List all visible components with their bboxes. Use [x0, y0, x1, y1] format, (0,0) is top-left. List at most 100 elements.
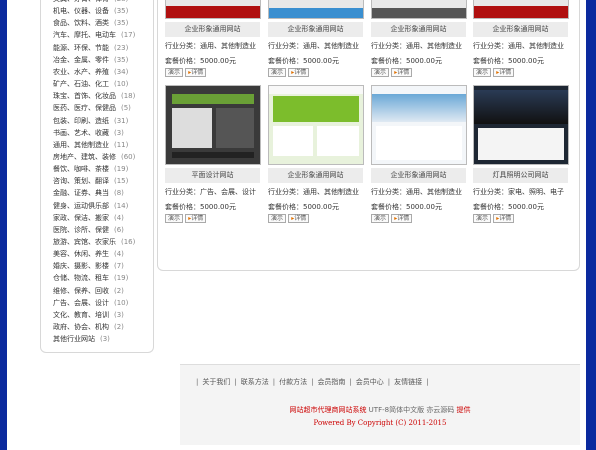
footer-link[interactable]: 联系方法	[241, 378, 269, 386]
category-item[interactable]: 珠宝、首饰、化妆品 (18)	[53, 91, 135, 102]
category-name[interactable]: 食品、饮料、酒类	[53, 19, 109, 27]
category-item[interactable]: 通用、其他制造业 (11)	[53, 140, 128, 151]
category-name[interactable]: 美容、休闲、养生	[53, 250, 109, 258]
category-item[interactable]: 机电、仪器、设备 (35)	[53, 6, 128, 17]
detail-button[interactable]: ▸详情	[185, 68, 207, 77]
category-item[interactable]: 书画、艺术、收藏 (3)	[53, 128, 124, 139]
category-name[interactable]: 书画、艺术、收藏	[53, 129, 109, 137]
category-item[interactable]: 广告、会展、设计 (10)	[53, 298, 128, 309]
detail-button[interactable]: ▸详情	[391, 214, 413, 223]
category-item[interactable]: 维修、保养、回收 (2)	[53, 286, 124, 297]
category-item[interactable]: 房地产、建筑、装修 (60)	[53, 152, 135, 163]
detail-button[interactable]: ▸详情	[185, 214, 207, 223]
category-name[interactable]: 家政、保洁、搬家	[53, 214, 109, 222]
product-thumbnail[interactable]	[473, 0, 569, 19]
detail-button[interactable]: ▸详情	[288, 214, 310, 223]
category-name[interactable]: 房地产、建筑、装修	[53, 153, 116, 161]
category-name[interactable]: 仓储、物流、租车	[53, 274, 109, 282]
product-thumbnail[interactable]	[268, 85, 364, 165]
demo-button[interactable]: 演示	[371, 214, 390, 223]
product-title[interactable]: 企业形象通用网站	[268, 22, 363, 37]
category-item[interactable]: 文化、教育、培训 (3)	[53, 310, 124, 321]
category-item[interactable]: 农业、水产、养殖 (34)	[53, 67, 128, 78]
demo-button[interactable]: 演示	[473, 68, 492, 77]
product-thumbnail[interactable]	[268, 0, 364, 19]
category-count: (18)	[121, 92, 136, 101]
category-name[interactable]: 餐饮、咖啡、茶楼	[53, 165, 109, 173]
category-item[interactable]: 食品、饮料、酒类 (35)	[53, 18, 128, 29]
category-name[interactable]: 机电、仪器、设备	[53, 7, 109, 15]
demo-button[interactable]: 演示	[473, 214, 492, 223]
demo-button[interactable]: 演示	[268, 68, 287, 77]
category-item[interactable]: 金融、证券、典当 (8)	[53, 188, 124, 199]
footer-link[interactable]: 会员指南	[317, 378, 345, 386]
category-name[interactable]: 咨询、策划、翻译	[53, 177, 109, 185]
category-name[interactable]: 文化、教育、培训	[53, 311, 109, 319]
product-title[interactable]: 企业形象通用网站	[371, 22, 466, 37]
footer-link[interactable]: 付款方法	[279, 378, 307, 386]
detail-button[interactable]: ▸详情	[493, 68, 515, 77]
category-item[interactable]: 文具、牙膏、体育 (28)	[53, 0, 128, 5]
category-name[interactable]: 汽车、摩托、电动车	[53, 31, 116, 39]
demo-button[interactable]: 演示	[371, 68, 390, 77]
detail-button[interactable]: ▸详情	[391, 68, 413, 77]
category-name[interactable]: 金融、证券、典当	[53, 189, 109, 197]
category-item[interactable]: 政府、协会、机构 (2)	[53, 322, 124, 333]
category-name[interactable]: 健身、运动俱乐部	[53, 202, 109, 210]
category-item[interactable]: 仓储、物流、租车 (19)	[53, 273, 128, 284]
category-name[interactable]: 文具、牙膏、体育	[53, 0, 109, 3]
category-name[interactable]: 珠宝、首饰、化妆品	[53, 92, 116, 100]
category-name[interactable]: 旅游、宾馆、农家乐	[53, 238, 116, 246]
category-name[interactable]: 广告、会展、设计	[53, 299, 109, 307]
demo-button[interactable]: 演示	[165, 68, 184, 77]
category-item[interactable]: 旅游、宾馆、农家乐 (16)	[53, 237, 135, 248]
category-name[interactable]: 其他行业网站	[53, 335, 95, 343]
category-item[interactable]: 家政、保洁、搬家 (4)	[53, 213, 124, 224]
product-title[interactable]: 企业形象通用网站	[473, 22, 568, 37]
product-title[interactable]: 平面设计网站	[165, 168, 260, 183]
category-name[interactable]: 通用、其他制造业	[53, 141, 109, 149]
product-thumbnail[interactable]	[165, 85, 261, 165]
category-item[interactable]: 咨询、策划、翻译 (15)	[53, 176, 128, 187]
category-name[interactable]: 婚庆、摄影、影楼	[53, 262, 109, 270]
category-item[interactable]: 婚庆、摄影、影楼 (7)	[53, 261, 124, 272]
product-thumbnail[interactable]	[371, 0, 467, 19]
category-name[interactable]: 包装、印刷、造纸	[53, 117, 109, 125]
copyright-source[interactable]: 亦云源码	[426, 406, 454, 414]
product-title[interactable]: 企业形象通用网站	[165, 22, 260, 37]
category-name[interactable]: 维修、保养、回收	[53, 287, 109, 295]
category-item[interactable]: 美容、休闲、养生 (4)	[53, 249, 124, 260]
product-category: 行业分类：通用、其他制造业	[371, 42, 462, 50]
category-item[interactable]: 健身、运动俱乐部 (14)	[53, 201, 128, 212]
product-thumbnail[interactable]	[371, 85, 467, 165]
category-name[interactable]: 政府、协会、机构	[53, 323, 109, 331]
category-item[interactable]: 冶金、金属、零件 (35)	[53, 55, 128, 66]
category-name[interactable]: 医药、医疗、保健品	[53, 104, 116, 112]
category-item[interactable]: 能源、环保、节能 (23)	[53, 43, 128, 54]
category-name[interactable]: 能源、环保、节能	[53, 44, 109, 52]
category-item[interactable]: 医药、医疗、保健品 (5)	[53, 103, 131, 114]
category-name[interactable]: 冶金、金属、零件	[53, 56, 109, 64]
category-item[interactable]: 医院、诊所、保健 (6)	[53, 225, 124, 236]
footer-link[interactable]: 友情链接	[394, 378, 422, 386]
detail-button[interactable]: ▸详情	[288, 68, 310, 77]
product-title[interactable]: 企业形象通用网站	[371, 168, 466, 183]
footer-link[interactable]: 会员中心	[356, 378, 384, 386]
category-name[interactable]: 农业、水产、养殖	[53, 68, 109, 76]
detail-button[interactable]: ▸详情	[493, 214, 515, 223]
category-name[interactable]: 矿产、石油、化工	[53, 80, 109, 88]
product-title[interactable]: 企业形象通用网站	[268, 168, 363, 183]
copyright-system-link[interactable]: 网站超市代理商网站系统	[289, 406, 366, 414]
product-title[interactable]: 灯具照明公司网站	[473, 168, 568, 183]
category-item[interactable]: 其他行业网站 (3)	[53, 334, 110, 345]
demo-button[interactable]: 演示	[268, 214, 287, 223]
category-item[interactable]: 餐饮、咖啡、茶楼 (19)	[53, 164, 128, 175]
product-thumbnail[interactable]	[165, 0, 261, 19]
demo-button[interactable]: 演示	[165, 214, 184, 223]
product-thumbnail[interactable]	[473, 85, 569, 165]
category-item[interactable]: 汽车、摩托、电动车 (17)	[53, 30, 135, 41]
footer-link[interactable]: 关于我们	[202, 378, 230, 386]
category-name[interactable]: 医院、诊所、保健	[53, 226, 109, 234]
category-item[interactable]: 矿产、石油、化工 (10)	[53, 79, 128, 90]
category-item[interactable]: 包装、印刷、造纸 (31)	[53, 116, 128, 127]
